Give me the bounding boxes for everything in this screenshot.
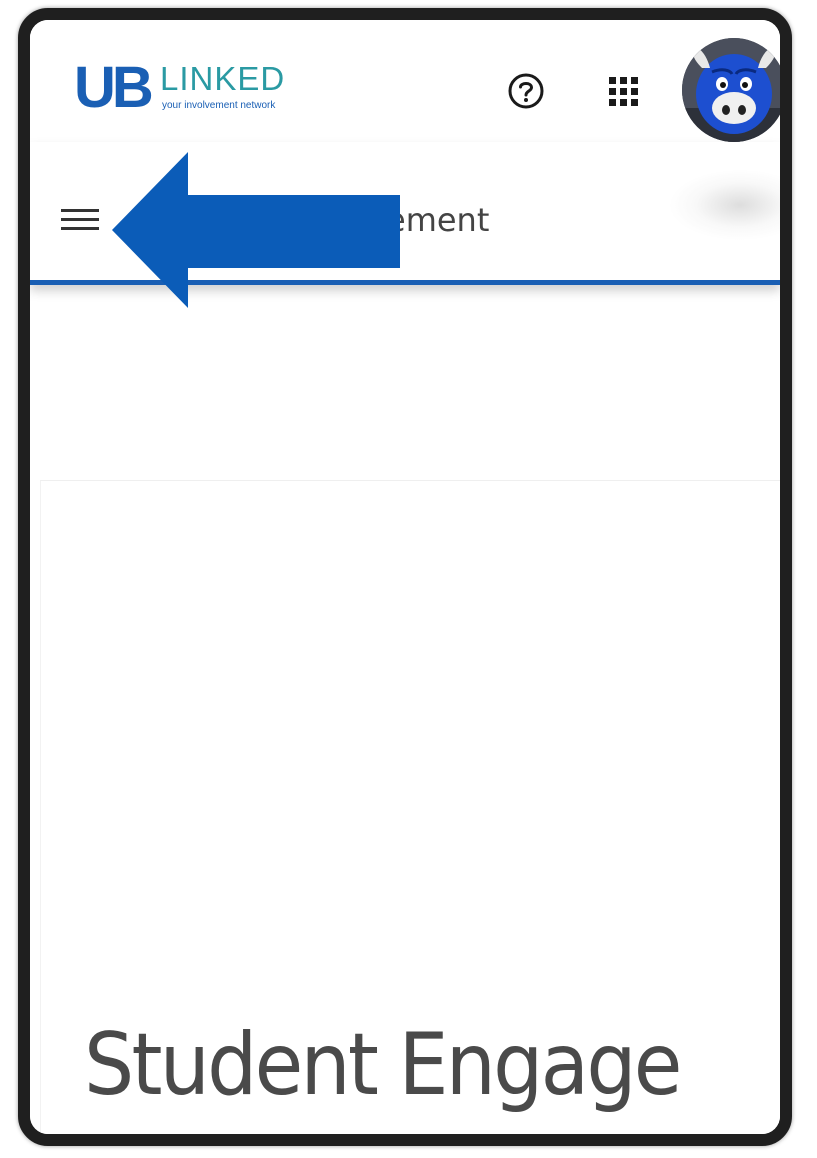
blurred-shadow-decoration — [670, 170, 780, 240]
hamburger-menu-icon — [61, 209, 99, 230]
phone-frame: UB LINKED your involvement network ement… — [18, 8, 792, 1146]
section-heading: ement — [386, 201, 490, 239]
hero-title: Student Engage — [84, 1015, 682, 1115]
app-screen: UB LINKED your involvement network ement… — [30, 20, 780, 1134]
stage: UB LINKED your involvement network ement… — [0, 0, 817, 1158]
logo-tagline: your involvement network — [162, 100, 276, 111]
logo-linked-text: LINKED — [160, 60, 286, 97]
apps-button[interactable] — [606, 74, 642, 110]
hamburger-menu-button[interactable] — [58, 202, 102, 238]
user-avatar[interactable] — [682, 38, 780, 142]
mascot-avatar-image — [682, 38, 780, 142]
help-button[interactable] — [507, 72, 545, 110]
logo-ub-text: UB — [74, 55, 154, 120]
sub-navigation-bar: ement — [30, 142, 780, 285]
question-circle-icon — [508, 73, 544, 109]
top-header: UB LINKED your involvement network — [30, 20, 780, 142]
ublinked-logo[interactable]: UB LINKED your involvement network — [74, 58, 314, 118]
apps-grid-icon — [609, 77, 638, 106]
